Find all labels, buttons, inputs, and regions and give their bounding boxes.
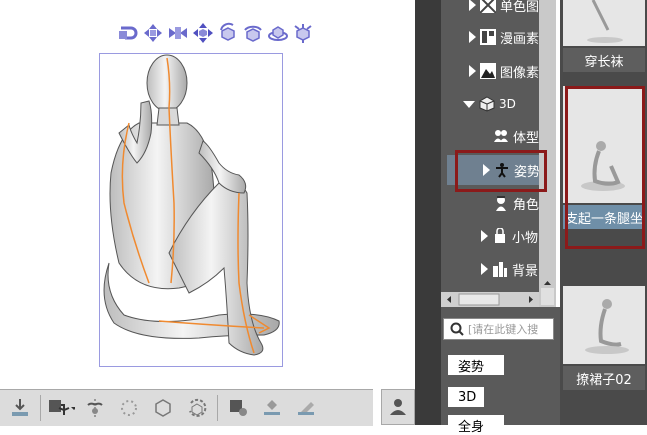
object-flat-rotate-icon[interactable]: [267, 22, 289, 44]
thumbnail-label: 撩裙子02: [563, 366, 645, 390]
tag-label: 全身: [458, 419, 485, 435]
image-material-icon: [480, 63, 496, 79]
object-rotate-y-icon[interactable]: [242, 22, 264, 44]
search-placeholder: [请在此键入搜: [468, 323, 539, 336]
thumbnail-highlight-box: [565, 86, 645, 249]
tag-3d[interactable]: 3D: [448, 387, 484, 407]
rotate-reset-icon[interactable]: [183, 394, 211, 422]
manga-material-icon: [480, 29, 496, 45]
tag-label: 3D: [458, 389, 477, 405]
monochrome-pattern-icon: [480, 0, 496, 13]
tree-item-label: 背景: [512, 263, 539, 279]
search-icon: [450, 322, 464, 336]
thumbnail-image[interactable]: [563, 0, 645, 46]
character-settings-button[interactable]: [381, 389, 415, 425]
3d-cube-icon: [479, 96, 495, 112]
3d-manipulator-toolbar: [117, 22, 314, 44]
tree-item-label: 单色图: [500, 0, 540, 15]
expand-arrow-icon[interactable]: [469, 65, 476, 77]
tree-item-label: 图像素: [500, 65, 540, 81]
tree-item-label: 小物: [512, 230, 539, 246]
thumbnail-label: 穿长袜: [563, 48, 645, 72]
character-icon: [493, 195, 509, 211]
save-pose-icon[interactable]: [47, 394, 75, 422]
pose-thumbnail-figure: [587, 0, 623, 43]
tree-item-label: 3D: [499, 97, 516, 111]
expand-arrow-icon[interactable]: [481, 263, 488, 275]
tree-item-label: 角色: [513, 197, 540, 213]
background-icon: [492, 261, 508, 277]
small-object-icon: [492, 228, 508, 244]
lock-pose-icon[interactable]: [292, 394, 320, 422]
tree-item-label: 体型: [513, 130, 540, 146]
tree-item-label: 漫画素: [500, 31, 540, 47]
camera-rotate-icon[interactable]: [117, 22, 139, 44]
pose-highlight-box: [455, 150, 547, 192]
toolbar-divider: [217, 395, 218, 421]
tree-horizontal-scrollbar[interactable]: [441, 292, 539, 307]
object-move-icon[interactable]: [192, 22, 214, 44]
reset-light-icon[interactable]: [115, 394, 143, 422]
flip-pose-icon[interactable]: [81, 394, 109, 422]
toolbar-divider: [40, 395, 41, 421]
place-on-ground-icon[interactable]: [6, 394, 34, 422]
camera-pan-icon[interactable]: [142, 22, 164, 44]
save-material-icon[interactable]: [224, 394, 252, 422]
object-scale-icon[interactable]: [292, 22, 314, 44]
search-input[interactable]: [请在此键入搜: [443, 318, 554, 340]
canvas-area[interactable]: [0, 0, 415, 425]
tag-full-body[interactable]: 全身: [448, 415, 504, 435]
collapse-arrow-icon[interactable]: [463, 100, 475, 108]
3d-object-toolbar: [0, 389, 373, 426]
pose-thumbnail-figure: [585, 299, 629, 354]
expand-arrow-icon[interactable]: [481, 230, 488, 242]
character-icon: [390, 399, 406, 415]
object-rotate-icon[interactable]: [217, 22, 239, 44]
tag-pose[interactable]: 姿势: [448, 355, 504, 375]
object-settings-icon[interactable]: [149, 394, 177, 422]
thumbnail-image[interactable]: [563, 286, 645, 364]
tag-label: 姿势: [458, 359, 485, 375]
ground-place-icon[interactable]: [258, 394, 286, 422]
body-type-icon: [493, 128, 509, 144]
camera-zoom-icon[interactable]: [167, 22, 189, 44]
3d-mannequin-figure[interactable]: [99, 53, 283, 367]
expand-arrow-icon[interactable]: [469, 0, 476, 11]
expand-arrow-icon[interactable]: [469, 31, 476, 43]
panel-divider: [415, 0, 441, 425]
